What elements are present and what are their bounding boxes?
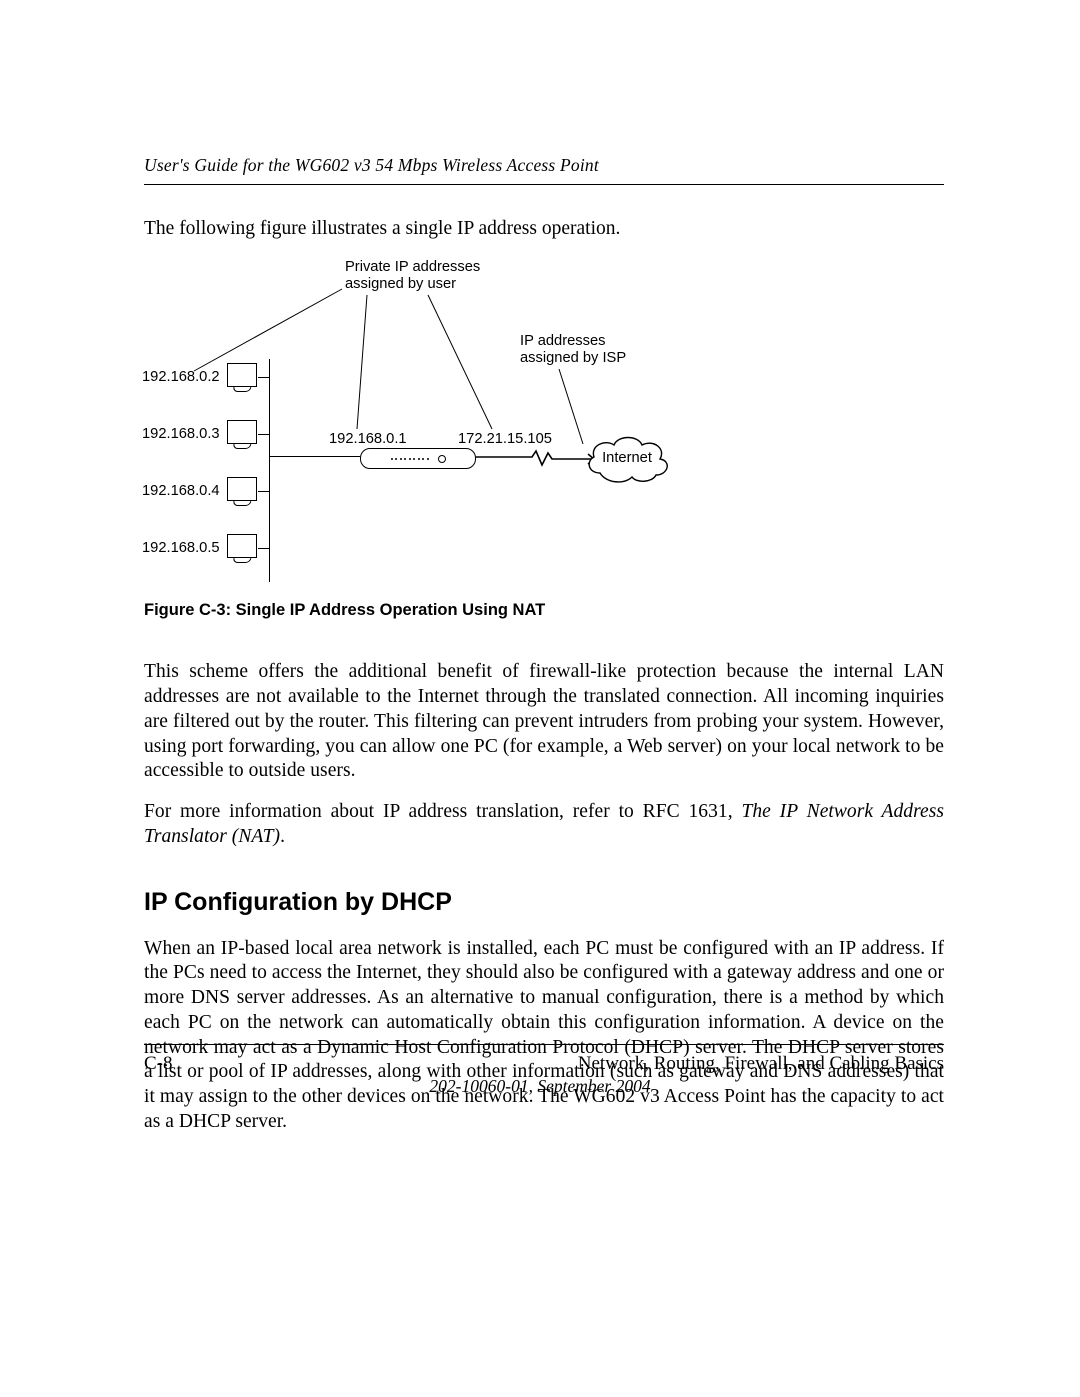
internet-cloud: Internet [582, 431, 672, 485]
pc-icon [227, 477, 257, 501]
body-paragraph-1: This scheme offers the additional benefi… [144, 660, 944, 784]
pc-stub [258, 377, 269, 378]
router-lan-ip: 192.168.0.1 [329, 431, 407, 447]
pc-icon [227, 363, 257, 387]
pc-icon [227, 534, 257, 558]
isp-annotation: IP addresses assigned by ISP [520, 333, 626, 367]
private-ip-annotation-line2: assigned by user [345, 276, 456, 292]
body-paragraph-3: When an IP-based local area network is i… [144, 937, 944, 1135]
section-heading-dhcp: IP Configuration by DHCP [144, 888, 944, 917]
para2-lead: For more information about IP address tr… [144, 801, 741, 822]
page-number: C-8 [144, 1053, 173, 1075]
private-ip-annotation: Private IP addresses assigned by user [345, 259, 480, 293]
body-paragraph-2: For more information about IP address tr… [144, 800, 944, 850]
router-icon [360, 448, 476, 469]
lan-to-router-line [270, 456, 360, 457]
pc-stub [258, 434, 269, 435]
header-rule [144, 184, 944, 185]
para2-tail: . [280, 826, 285, 847]
pc-icon [227, 420, 257, 444]
wan-wire-icon [476, 449, 596, 473]
figure-intro-text: The following figure illustrates a singl… [144, 217, 944, 241]
private-ip-annotation-line1: Private IP addresses [345, 259, 480, 275]
isp-annotation-line1: IP addresses [520, 333, 605, 349]
running-header: User's Guide for the WG602 v3 54 Mbps Wi… [144, 155, 944, 176]
nat-diagram: Private IP addresses assigned by user IP… [142, 259, 782, 589]
footer-rule [144, 1044, 944, 1045]
page-footer: C-8 Network, Routing, Firewall, and Cabl… [144, 1053, 944, 1075]
page: User's Guide for the WG602 v3 54 Mbps Wi… [0, 0, 1080, 1397]
pc-ip-4: 192.168.0.5 [142, 540, 220, 556]
pc-ip-3: 192.168.0.4 [142, 483, 220, 499]
internet-cloud-label: Internet [602, 450, 652, 466]
pc-stub [258, 491, 269, 492]
footer-section-label: Network, Routing, Firewall, and Cabling … [578, 1053, 944, 1075]
pc-stub [258, 548, 269, 549]
figure-caption: Figure C-3: Single IP Address Operation … [144, 601, 944, 620]
router-wan-ip: 172.21.15.105 [458, 431, 552, 447]
lan-backbone [269, 359, 270, 582]
pc-ip-2: 192.168.0.3 [142, 426, 220, 442]
publication-info: 202-10060-01, September 2004 [0, 1076, 1080, 1097]
isp-annotation-line2: assigned by ISP [520, 350, 626, 366]
pc-ip-1: 192.168.0.2 [142, 369, 220, 385]
